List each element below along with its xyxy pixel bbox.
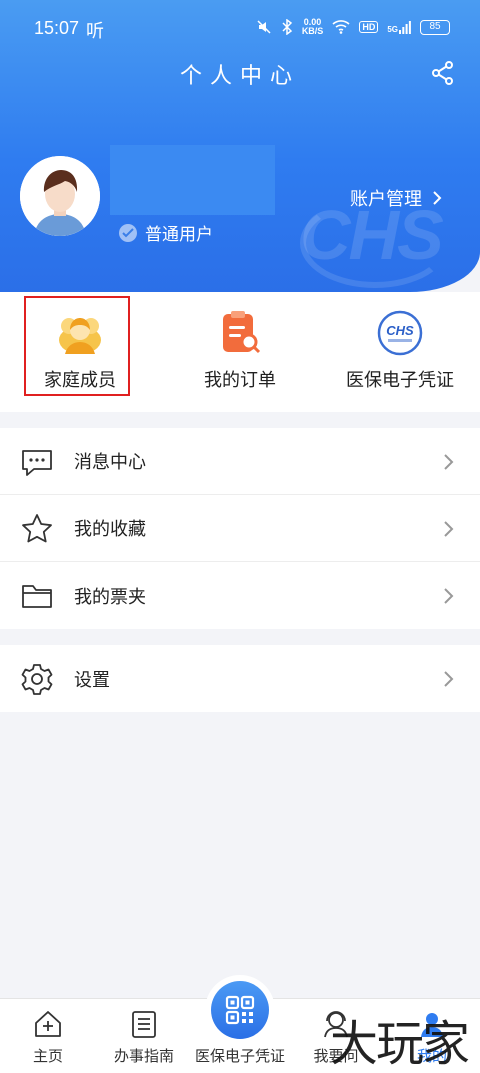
net-speed: 0.00 KB/S — [301, 17, 324, 36]
menu-label: 我的票夹 — [74, 586, 146, 608]
chevron-right-icon — [444, 521, 454, 537]
menu-label: 我的收藏 — [74, 519, 146, 540]
status-bar: 15:07 听 0.00 KB/S HD 5G 85 — [0, 0, 480, 58]
verified-check-icon — [119, 223, 137, 242]
bluetooth-icon — [282, 19, 292, 35]
menu-item-messages[interactable]: 消息中心 — [0, 428, 480, 495]
status-time: 15:07 — [34, 18, 80, 38]
home-icon — [35, 1011, 61, 1037]
hd-badge: HD — [359, 21, 379, 33]
quick-label: 医保电子凭证 — [346, 370, 454, 391]
tab-guide[interactable]: 办事指南 — [96, 999, 192, 1073]
menu-label: 设置 — [74, 669, 110, 691]
tab-label: 主页 — [32, 1047, 63, 1065]
gear-icon — [21, 664, 53, 695]
avatar[interactable] — [20, 156, 100, 236]
star-icon — [22, 514, 52, 543]
chevron-right-icon — [444, 588, 454, 604]
order-icon — [223, 311, 261, 354]
menu-item-ticket-folder[interactable]: 我的票夹 — [0, 562, 480, 629]
quick-insurance-ecert[interactable]: CHS 医保电子凭证 — [320, 292, 480, 412]
share-icon[interactable] — [430, 60, 456, 86]
quick-my-orders[interactable]: 我的订单 — [160, 292, 320, 412]
menu-item-favorites[interactable]: 我的收藏 — [0, 495, 480, 562]
tab-label: 办事指南 — [113, 1047, 174, 1065]
audio-mode-icon: 听 — [86, 21, 104, 42]
signal-5g: 5G — [387, 20, 411, 34]
battery-icon: 85 — [420, 19, 450, 35]
guide-icon — [132, 1011, 156, 1038]
quick-label: 我的订单 — [204, 370, 276, 391]
folder-icon — [22, 585, 52, 608]
user-role: 普通用户 — [119, 220, 213, 245]
signal-icon — [399, 20, 411, 34]
tab-label: 医保电子凭证 — [194, 1047, 285, 1065]
menu-group-settings: 设置 — [0, 645, 480, 712]
chevron-right-icon — [444, 454, 454, 470]
username-redacted — [110, 145, 275, 215]
menu-group-main: 消息中心 我的收藏 我的票夹 — [0, 428, 480, 629]
menu-item-settings[interactable]: 设置 — [0, 645, 480, 712]
chevron-right-icon — [444, 671, 454, 687]
account-management-link[interactable]: 账户管理 — [350, 185, 442, 211]
page-title: 个人中心 — [179, 64, 300, 89]
svg-text:CHS: CHS — [386, 323, 414, 338]
account-management-label: 账户管理 — [350, 189, 422, 210]
role-label: 普通用户 — [145, 225, 213, 245]
chs-logo-icon: CHS — [377, 310, 423, 356]
mute-icon — [257, 20, 271, 34]
qr-code-icon — [225, 995, 255, 1025]
chevron-right-icon — [433, 191, 442, 205]
message-icon — [22, 450, 52, 476]
tab-home[interactable]: 主页 — [0, 999, 96, 1073]
qr-code-button[interactable] — [211, 981, 269, 1039]
highlight-box — [24, 296, 130, 396]
site-watermark: 大玩家 — [330, 1016, 470, 1072]
menu-label: 消息中心 — [74, 452, 146, 473]
wifi-icon — [332, 20, 350, 34]
avatar-icon — [20, 156, 100, 236]
status-icons: 0.00 KB/S HD 5G 85 — [256, 18, 450, 36]
